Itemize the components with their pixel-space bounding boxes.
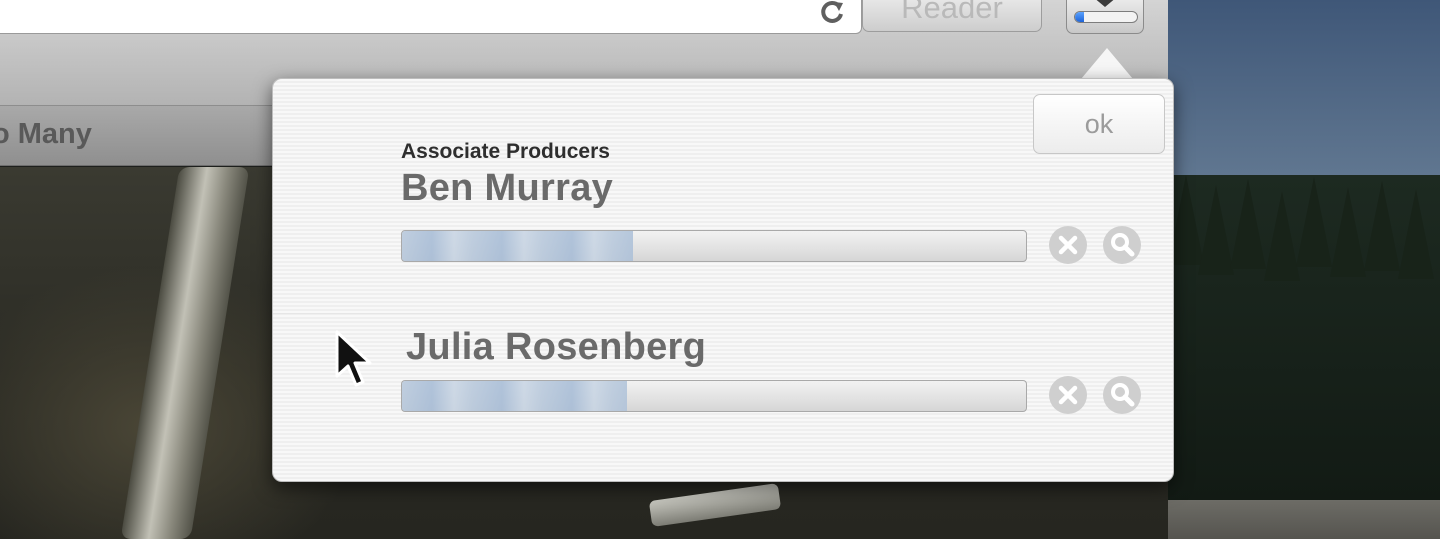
wallpaper-forest (1168, 175, 1440, 505)
wallpaper-tree (1198, 185, 1234, 275)
download-item[interactable]: Associate Producers Ben Murray (273, 137, 1173, 312)
magnifier-icon (1111, 383, 1135, 407)
wallpaper-tree (1398, 189, 1434, 279)
desktop-wallpaper (1168, 0, 1440, 539)
mouse-cursor-icon (335, 330, 372, 387)
download-subtitle: Associate Producers (401, 140, 610, 163)
reader-button-label: Reader (901, 0, 1003, 25)
reader-button[interactable]: Reader (862, 0, 1042, 32)
stop-icon (1058, 385, 1078, 405)
downloads-button[interactable] (1066, 0, 1144, 34)
address-bar[interactable] (0, 0, 862, 34)
reveal-download-button[interactable] (1103, 376, 1141, 414)
stop-icon (1058, 235, 1078, 255)
stop-download-button[interactable] (1049, 226, 1087, 264)
popover-arrow (1081, 48, 1133, 79)
ok-button-label: ok (1084, 109, 1114, 139)
wallpaper-tree (1330, 187, 1366, 277)
download-name: Julia Rosenberg (406, 326, 707, 368)
download-progress-bar (401, 230, 1027, 262)
download-progress-bar (401, 380, 1027, 412)
download-item[interactable]: Julia Rosenberg (273, 313, 1173, 481)
download-name: Ben Murray (401, 167, 614, 209)
screen: Reader o Many ok Associate Producers Ben… (0, 0, 1440, 539)
wallpaper-tree (1364, 181, 1400, 271)
download-progress-fill (402, 381, 627, 411)
stop-download-button[interactable] (1049, 376, 1087, 414)
reload-icon[interactable] (817, 0, 847, 27)
wallpaper-tree (1296, 177, 1332, 267)
tab-title[interactable]: o Many (0, 118, 92, 151)
magnifier-icon (1111, 233, 1135, 257)
download-progress-fill (402, 231, 633, 261)
downloads-popover: ok Associate Producers Ben Murray Julia … (272, 78, 1174, 482)
wallpaper-tree (1264, 191, 1300, 281)
download-arrow-icon (1093, 0, 1117, 7)
wallpaper-ground (1168, 500, 1440, 539)
downloads-indicator-progress (1074, 11, 1138, 23)
wallpaper-tree (1230, 179, 1266, 269)
reveal-download-button[interactable] (1103, 226, 1141, 264)
downloads-indicator-fill (1075, 12, 1085, 22)
